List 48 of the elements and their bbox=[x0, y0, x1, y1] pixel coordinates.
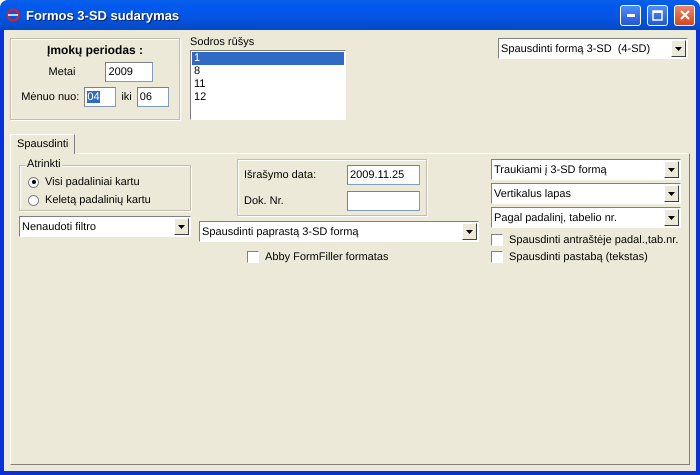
field-label: iki bbox=[121, 91, 132, 103]
checkbox[interactable] bbox=[491, 234, 503, 246]
field-label: Mėnuo nuo: bbox=[21, 91, 80, 103]
group-title: Įmokų periodas : bbox=[46, 43, 144, 57]
input-field[interactable]: 06 bbox=[136, 87, 169, 107]
dropdown[interactable]: Nenaudoti filtro bbox=[19, 216, 191, 237]
dropdown[interactable]: Spausdinti formą 3-SD (4-SD) bbox=[498, 38, 688, 59]
minimize-button[interactable] bbox=[620, 4, 641, 26]
field-label: Dok. Nr. bbox=[244, 195, 284, 207]
caret-icon bbox=[664, 161, 679, 178]
app-icon bbox=[6, 8, 20, 22]
checkbox[interactable] bbox=[247, 251, 259, 263]
input-field[interactable]: 2009.11.25 bbox=[347, 165, 420, 185]
caret-icon bbox=[664, 209, 679, 226]
dropdown[interactable]: Traukiami į 3-SD formą bbox=[491, 159, 681, 180]
dropdown[interactable]: Pagal padalinį, tabelio nr. bbox=[491, 207, 681, 228]
caret-icon bbox=[462, 223, 477, 240]
list-item[interactable]: 1 bbox=[192, 52, 344, 65]
caret-icon bbox=[671, 40, 686, 57]
list-item[interactable]: 11 bbox=[192, 78, 344, 91]
radio-label: Visi padaliniai kartu bbox=[45, 176, 140, 188]
maximize-button[interactable] bbox=[647, 4, 668, 26]
field-label: Metai bbox=[48, 66, 76, 78]
group-title: Atrinkti bbox=[26, 158, 62, 170]
list-item[interactable]: 8 bbox=[192, 65, 344, 78]
input-field[interactable] bbox=[347, 191, 420, 211]
checkbox[interactable] bbox=[491, 251, 503, 263]
list-label: Sodros rūšys bbox=[190, 36, 256, 48]
radio-button[interactable] bbox=[28, 194, 39, 206]
tab[interactable]: Spausdinti bbox=[10, 134, 76, 154]
close-button[interactable] bbox=[674, 4, 695, 26]
caret-icon bbox=[174, 218, 189, 235]
caret-icon bbox=[664, 185, 679, 202]
checkbox-label: Spausdinti pastabą (tekstas) bbox=[509, 251, 648, 263]
maximize-icon bbox=[652, 10, 663, 20]
radio-label: Keletą padalinių kartu bbox=[45, 194, 151, 206]
dropdown[interactable]: Vertikalus lapas bbox=[491, 183, 681, 204]
input-field[interactable]: 04 bbox=[84, 87, 116, 107]
dropdown[interactable]: Spausdinti paprastą 3-SD formą bbox=[199, 221, 479, 242]
input-field[interactable]: 2009 bbox=[105, 62, 154, 82]
checkbox-label: Spausdinti antraštėje padal.,tab.nr. bbox=[509, 234, 678, 246]
radio-button[interactable] bbox=[28, 176, 39, 188]
list-item[interactable]: 12 bbox=[192, 91, 344, 104]
checkbox-label: Abby FormFiller formatas bbox=[265, 251, 388, 263]
window-title: Formos 3-SD sudarymas bbox=[26, 8, 180, 22]
minimize-icon bbox=[626, 14, 634, 16]
close-icon bbox=[680, 10, 690, 20]
field-label: Išrašymo data: bbox=[244, 169, 316, 181]
